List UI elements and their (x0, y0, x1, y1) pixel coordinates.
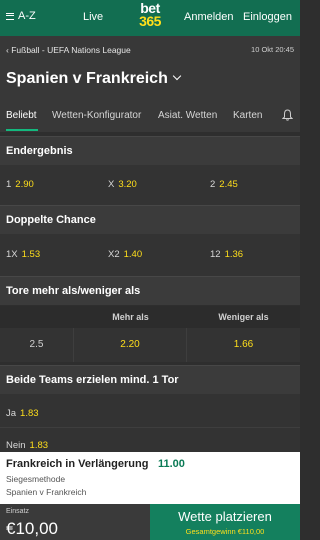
login-button[interactable]: Anmelden (184, 11, 234, 23)
active-tab-indicator (6, 129, 38, 131)
odds-button-1[interactable]: 1 2.90 (6, 179, 34, 190)
tab-asiat-wetten[interactable]: Asiat. Wetten (158, 110, 217, 121)
column-over: Mehr als (112, 312, 149, 322)
place-bet-label: Wette platzieren (178, 509, 272, 524)
odds-button-12[interactable]: 12 1.36 (210, 249, 243, 260)
bet365-logo[interactable]: bet 365 (133, 1, 167, 34)
odds-button-1x[interactable]: 1X 1.53 (6, 249, 40, 260)
register-button[interactable]: Einloggen (243, 11, 292, 23)
match-title[interactable]: Spanien v Frankreich (6, 70, 182, 88)
odds-button-x[interactable]: X 3.20 (108, 179, 137, 190)
odds-button-ja[interactable]: Ja 1.83 (6, 408, 39, 419)
bet-market: Siegesmethode (6, 474, 66, 484)
live-link[interactable]: Live (83, 11, 103, 23)
section-endergebnis-header[interactable]: Endergebnis (0, 136, 300, 165)
stake-label: Einsatz (6, 508, 29, 515)
bet-event: Spanien v Frankreich (6, 487, 87, 497)
odds-button-nein[interactable]: Nein 1.83 (6, 440, 48, 451)
odds-button-2[interactable]: 2 2.45 (210, 179, 238, 190)
menu-icon (6, 12, 14, 20)
event-header: ‹ Fußball - UEFA Nations League 10 Okt 2… (0, 36, 300, 132)
goal-line: 2.5 (0, 328, 74, 362)
section-doppelte-chance-header[interactable]: Doppelte Chance (0, 205, 300, 234)
top-bar: A-Z Live bet 365 Anmelden Einloggen (0, 0, 300, 36)
section-tore-header[interactable]: Tore mehr als/weniger als (0, 276, 300, 305)
bell-icon[interactable] (282, 109, 293, 121)
bet-selection-odds: 11.00 (158, 458, 185, 470)
over-under-column-headers: Mehr als Weniger als (0, 306, 300, 328)
section-beide-teams-header[interactable]: Beide Teams erzielen mind. 1 Tor (0, 365, 300, 394)
bet-slip[interactable]: Frankreich in Verlängerung 11.00 Siegesm… (0, 452, 300, 504)
market-tabs: Beliebt Wetten-Konfigurator Asiat. Wette… (0, 104, 300, 132)
chevron-down-icon (172, 71, 182, 81)
bet-selection: Frankreich in Verlängerung (6, 458, 149, 470)
tab-wetten-konfigurator[interactable]: Wetten-Konfigurator (52, 110, 141, 121)
section-beide-teams-body: Ja 1.83 Nein 1.83 (0, 394, 300, 454)
over-under-row: 2.5 2.20 1.66 (0, 328, 300, 362)
section-doppelte-chance-body: 1X 1.53 X2 1.40 12 1.36 (0, 234, 300, 276)
az-label: A-Z (18, 10, 36, 22)
breadcrumb[interactable]: ‹ Fußball - UEFA Nations League (6, 45, 131, 55)
column-under: Weniger als (218, 312, 269, 322)
tab-karten[interactable]: Karten (233, 110, 262, 121)
tab-beliebt[interactable]: Beliebt (6, 110, 37, 121)
section-endergebnis-body: 1 2.90 X 3.20 2 2.45 (0, 165, 300, 205)
stake-input[interactable]: Einsatz €10,00 (0, 504, 150, 540)
place-bet-button[interactable]: Wette platzieren Gesamtgewinn €110,00 (150, 504, 300, 540)
event-datetime: 10 Okt 20:45 (251, 45, 294, 54)
odds-button-over[interactable]: 2.20 (74, 328, 187, 362)
odds-button-x2[interactable]: X2 1.40 (108, 249, 142, 260)
stake-amount: €10,00 (6, 519, 58, 538)
divider (0, 427, 300, 428)
bet-footer: Einsatz €10,00 Wette platzieren Gesamtge… (0, 504, 300, 540)
total-win-label: Gesamtgewinn €110,00 (185, 527, 265, 536)
az-menu-button[interactable]: A-Z (6, 10, 36, 22)
odds-button-under[interactable]: 1.66 (187, 328, 300, 362)
